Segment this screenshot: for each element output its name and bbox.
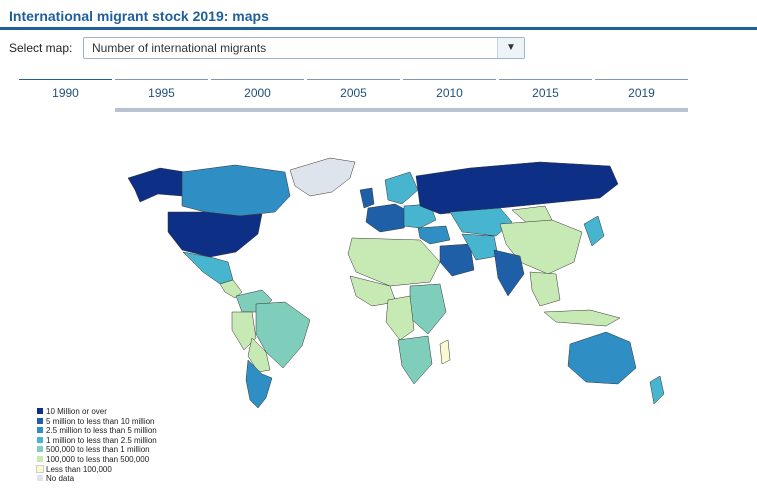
- tab-2005[interactable]: 2005: [307, 79, 400, 103]
- region-mexico[interactable]: [182, 251, 234, 285]
- region-central-africa[interactable]: [385, 295, 415, 341]
- legend-label: 1 million to less than 2.5 million: [46, 435, 157, 445]
- dropdown-toggle[interactable]: ▼: [497, 38, 524, 58]
- tab-2010[interactable]: 2010: [403, 79, 496, 103]
- region-southeast-asia[interactable]: [529, 271, 561, 307]
- page-title: International migrant stock 2019: maps: [9, 8, 269, 24]
- legend-swatch: [37, 446, 43, 453]
- region-canada[interactable]: [181, 164, 291, 217]
- map-select-dropdown[interactable]: Number of international migrants ▼: [83, 37, 525, 59]
- region-japan[interactable]: [583, 215, 605, 247]
- region-new-zealand[interactable]: [649, 375, 665, 405]
- legend-label: No data: [46, 474, 75, 484]
- tab-2015[interactable]: 2015: [499, 79, 592, 103]
- map-select-value: Number of international migrants: [92, 41, 267, 55]
- tab-indicator: [115, 108, 688, 112]
- region-greenland[interactable]: [289, 157, 356, 197]
- region-madagascar[interactable]: [439, 339, 451, 365]
- legend-swatch: [37, 475, 43, 482]
- tab-1995[interactable]: 1995: [115, 79, 208, 103]
- legend-label: 2.5 million to less than 5 million: [46, 426, 157, 436]
- legend-swatch: [36, 464, 44, 473]
- region-gulf[interactable]: [439, 243, 475, 277]
- legend-label: 10 Million or over: [46, 407, 107, 416]
- legend-label: 500,000 to less than 1 million: [46, 445, 150, 455]
- region-uk[interactable]: [359, 187, 375, 209]
- world-choropleth-map: [127, 157, 665, 409]
- region-southern-africa[interactable]: [397, 335, 433, 385]
- tab-1990[interactable]: 1990: [19, 79, 112, 103]
- region-australia[interactable]: [567, 331, 637, 385]
- region-india[interactable]: [493, 249, 525, 297]
- legend-label: 5 million to less than 10 million: [46, 416, 155, 426]
- legend-swatch: [37, 408, 43, 414]
- tab-2000[interactable]: 2000: [211, 79, 304, 103]
- legend-swatch: [37, 455, 43, 462]
- region-scandinavia[interactable]: [384, 171, 419, 205]
- chevron-down-icon: ▼: [506, 42, 516, 53]
- year-tabs: 1990 1995 2000 2005 2010 2015 2019: [19, 79, 688, 113]
- region-alaska[interactable]: [127, 167, 186, 203]
- tab-2019[interactable]: 2019: [595, 79, 688, 103]
- region-east-africa[interactable]: [409, 283, 447, 335]
- select-map-label: Select map:: [9, 41, 73, 55]
- legend-label: 100,000 to less than 500,000: [46, 454, 150, 464]
- legend-swatch: [37, 436, 43, 443]
- header-bar: International migrant stock 2019: maps: [0, 0, 757, 30]
- region-indonesia[interactable]: [543, 309, 621, 327]
- region-turkey[interactable]: [417, 225, 451, 245]
- region-russia[interactable]: [415, 161, 619, 215]
- legend-swatch: [37, 417, 43, 424]
- legend-swatch: [37, 427, 43, 434]
- region-western-europe[interactable]: [365, 203, 411, 233]
- region-usa[interactable]: [167, 211, 263, 258]
- legend-label: Less than 100,000: [46, 464, 112, 474]
